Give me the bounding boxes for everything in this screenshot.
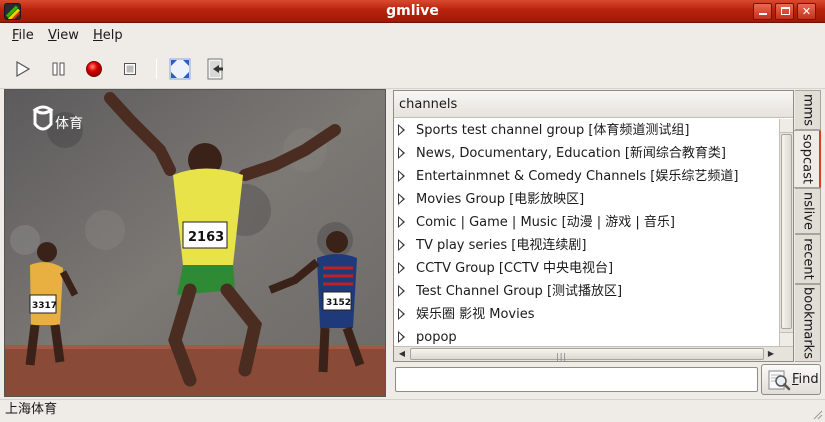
svg-text:3152: 3152: [326, 298, 351, 308]
resize-grip-icon[interactable]: [811, 408, 823, 420]
source-tabs: mms sopcast nslive recent bookmarks: [794, 90, 821, 362]
menu-file[interactable]: File: [12, 28, 34, 43]
channel-group-row[interactable]: 娱乐圈 影视 Movies: [394, 303, 779, 326]
fullscreen-button[interactable]: [166, 55, 194, 83]
expander-icon[interactable]: [398, 216, 405, 228]
expander-icon[interactable]: [398, 262, 405, 274]
video-frame: 体育 2163 3317 3152: [5, 90, 385, 396]
menu-view[interactable]: View: [48, 28, 79, 43]
channel-group-row[interactable]: TV play series [电视连续剧]: [394, 234, 779, 257]
minimize-icon: [759, 13, 767, 15]
stop-icon: [124, 63, 136, 75]
toolbar: [0, 49, 825, 89]
channel-group-row[interactable]: Test Channel Group [测试播放区]: [394, 280, 779, 303]
expander-icon[interactable]: [398, 170, 405, 182]
pause-icon: [52, 62, 65, 76]
expander-icon[interactable]: [398, 331, 405, 343]
minimize-button[interactable]: [753, 3, 772, 20]
expander-icon[interactable]: [398, 193, 405, 205]
horizontal-scrollbar[interactable]: ◀ ||| ▶: [394, 346, 793, 361]
play-button[interactable]: [8, 55, 36, 83]
vertical-scroll-thumb[interactable]: [781, 134, 792, 329]
expander-icon[interactable]: [398, 239, 405, 251]
record-button[interactable]: [80, 55, 108, 83]
status-bar: 上海体育: [0, 399, 825, 422]
close-icon: ✕: [801, 5, 812, 18]
tab-sopcast[interactable]: sopcast: [794, 130, 821, 188]
svg-text:2163: 2163: [188, 230, 224, 245]
find-label: Find: [792, 372, 819, 387]
expander-icon[interactable]: [398, 285, 405, 297]
toolbar-separator: [156, 59, 157, 79]
scroll-left-icon[interactable]: ◀: [395, 347, 409, 360]
menu-bar: File View Help: [0, 24, 825, 48]
window-title: gmlive: [386, 3, 439, 19]
status-text: 上海体育: [5, 402, 58, 417]
channel-list: Sports test channel group [体育频道测试组] News…: [394, 119, 779, 346]
vertical-scrollbar[interactable]: [779, 119, 793, 346]
grip-icon: |||: [556, 352, 568, 361]
exit-icon: [207, 58, 223, 80]
scroll-down-button[interactable]: [780, 332, 793, 346]
title-bar: gmlive ✕: [0, 0, 825, 23]
scroll-right-icon[interactable]: ▶: [764, 347, 778, 360]
menu-help[interactable]: Help: [93, 28, 123, 43]
expander-icon[interactable]: [398, 124, 405, 136]
channel-group-row[interactable]: News, Documentary, Education [新闻综合教育类]: [394, 142, 779, 165]
expander-icon[interactable]: [398, 147, 405, 159]
horizontal-scroll-thumb[interactable]: |||: [410, 348, 764, 361]
find-button[interactable]: Find: [761, 364, 821, 395]
channel-group-row[interactable]: Sports test channel group [体育频道测试组]: [394, 119, 779, 142]
fullscreen-icon: [169, 58, 191, 80]
tab-recent[interactable]: recent: [795, 234, 821, 284]
expander-icon[interactable]: [398, 308, 405, 320]
maximize-button[interactable]: [775, 3, 794, 20]
pause-button[interactable]: [45, 55, 73, 83]
svg-text:体育: 体育: [55, 116, 83, 132]
channel-group-row[interactable]: CCTV Group [CCTV 中央电视台]: [394, 257, 779, 280]
search-input[interactable]: [395, 367, 758, 392]
scroll-up-button[interactable]: [780, 119, 793, 133]
play-icon: [16, 60, 31, 78]
video-display[interactable]: 体育 2163 3317 3152: [4, 89, 386, 397]
channel-group-row[interactable]: Entertainmnet & Comedy Channels [娱乐综艺频道]: [394, 165, 779, 188]
svg-text:3317: 3317: [32, 301, 57, 311]
tab-bookmarks[interactable]: bookmarks: [795, 284, 821, 362]
tab-nslive[interactable]: nslive: [795, 188, 821, 234]
channels-header[interactable]: channels: [394, 91, 793, 118]
maximize-icon: [781, 7, 790, 15]
channel-group-row[interactable]: Movies Group [电影放映区]: [394, 188, 779, 211]
record-icon: [86, 61, 102, 77]
close-button[interactable]: ✕: [797, 3, 816, 20]
channel-group-row[interactable]: Comic | Game | Music [动漫 | 游戏 | 音乐]: [394, 211, 779, 234]
channels-panel: channels Sports test channel group [体育频道…: [393, 90, 794, 362]
find-icon: [768, 370, 791, 391]
stop-button[interactable]: [116, 55, 144, 83]
channel-group-row[interactable]: popop: [394, 326, 779, 346]
tab-mms[interactable]: mms: [795, 90, 821, 130]
exit-button[interactable]: [201, 55, 229, 83]
